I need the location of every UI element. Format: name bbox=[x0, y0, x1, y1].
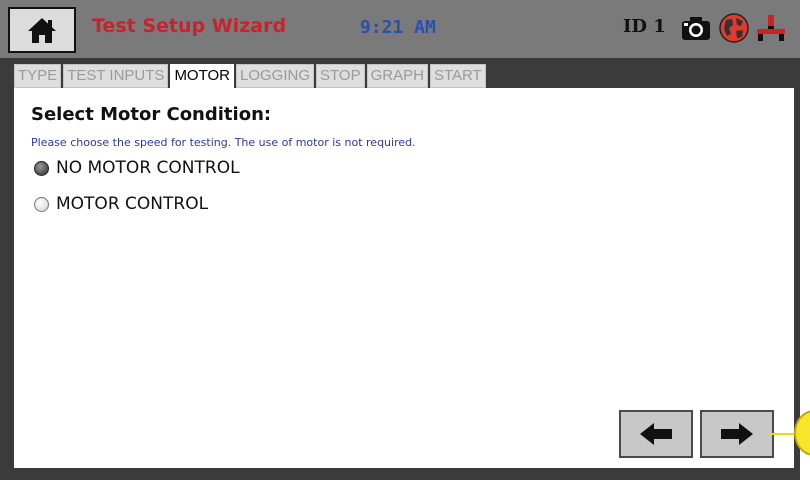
wizard-tabs: TYPE TEST INPUTS MOTOR LOGGING STOP GRAP… bbox=[14, 64, 488, 90]
tab-test-inputs[interactable]: TEST INPUTS bbox=[63, 64, 169, 88]
panel-heading: Select Motor Condition: bbox=[31, 104, 272, 125]
camera-icon[interactable] bbox=[680, 12, 712, 44]
back-button[interactable] bbox=[619, 410, 693, 458]
station-id: ID 1 bbox=[623, 16, 666, 37]
radio-selected-icon[interactable] bbox=[34, 160, 49, 176]
network-icon[interactable] bbox=[755, 12, 787, 44]
wizard-title: Test Setup Wizard bbox=[92, 15, 287, 37]
home-icon bbox=[28, 18, 56, 43]
tab-stop[interactable]: STOP bbox=[316, 64, 365, 88]
panel-instruction: Please choose the speed for testing. The… bbox=[31, 136, 416, 149]
option-label: MOTOR CONTROL bbox=[56, 194, 209, 214]
tab-start[interactable]: START bbox=[429, 64, 486, 88]
tab-logging[interactable]: LOGGING bbox=[236, 64, 315, 88]
tab-graph[interactable]: GRAPH bbox=[366, 64, 428, 88]
option-no-motor-control[interactable]: NO MOTOR CONTROL bbox=[34, 158, 240, 178]
clock: 9:21 AM bbox=[360, 17, 436, 38]
option-label: NO MOTOR CONTROL bbox=[56, 158, 240, 178]
arrow-left-icon bbox=[640, 423, 672, 445]
globe-icon[interactable] bbox=[718, 12, 750, 44]
header-bar: Test Setup Wizard 9:21 AM ID 1 bbox=[0, 0, 800, 58]
radio-unselected-icon[interactable] bbox=[34, 196, 49, 212]
option-motor-control[interactable]: MOTOR CONTROL bbox=[34, 194, 208, 214]
next-button[interactable] bbox=[700, 410, 774, 458]
motor-panel: Select Motor Condition: Please choose th… bbox=[14, 88, 794, 468]
app-screen: Test Setup Wizard 9:21 AM ID 1 TYPE TEST… bbox=[0, 0, 800, 480]
arrow-right-icon bbox=[721, 423, 753, 445]
tab-type[interactable]: TYPE bbox=[14, 64, 62, 88]
home-button[interactable] bbox=[8, 7, 76, 53]
tab-motor[interactable]: MOTOR bbox=[170, 64, 234, 90]
